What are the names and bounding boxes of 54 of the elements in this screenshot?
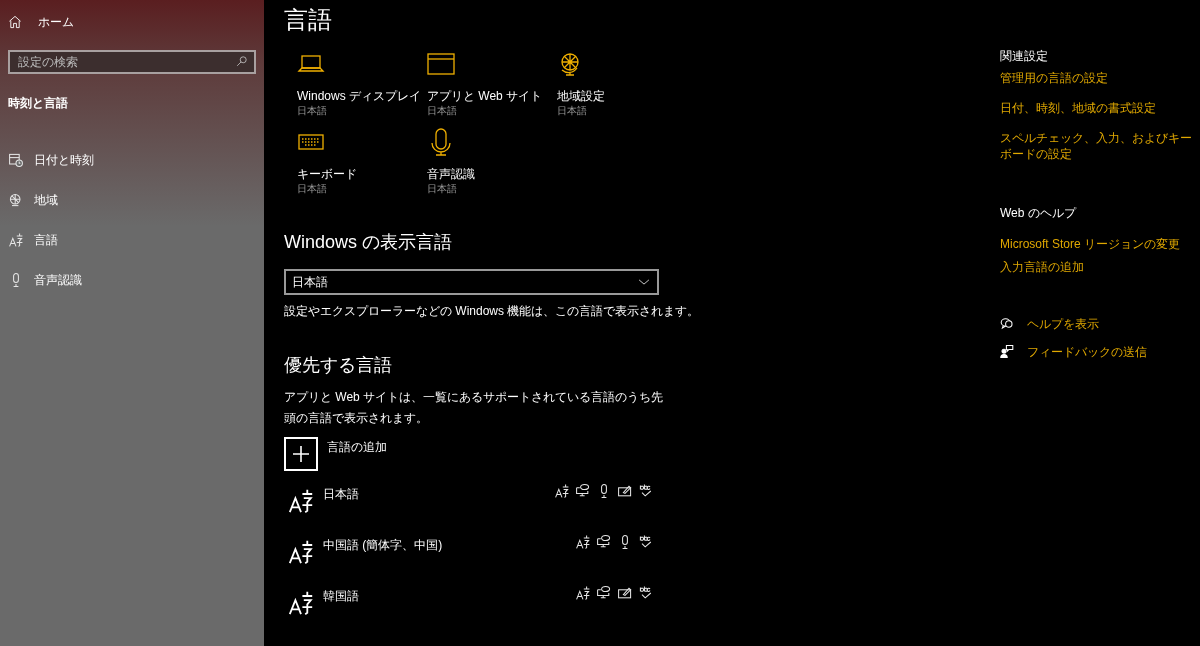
- speech-bubble-monitor-icon: [575, 483, 591, 499]
- settings-tile[interactable]: キーボード 日本語: [297, 128, 427, 196]
- language-pack-icon: [554, 483, 570, 499]
- speech-bubble-monitor-icon: [596, 585, 612, 601]
- calendar-clock-icon: [8, 152, 24, 168]
- spell-check-icon: [638, 483, 654, 499]
- section-heading: 時刻と言語: [7, 95, 69, 112]
- section-heading: 関連設定: [1000, 48, 1049, 65]
- sidebar-item[interactable]: 地域: [0, 180, 264, 220]
- section-heading: Web のヘルプ: [1000, 205, 1078, 222]
- globe-icon: [8, 192, 24, 208]
- home-nav-item[interactable]: ホーム: [0, 0, 264, 44]
- action-link[interactable]: ヘルプを表示: [1000, 315, 1194, 333]
- feedback-icon: [1000, 344, 1016, 360]
- home-icon: [8, 15, 22, 29]
- sidebar-item[interactable]: 日付と時刻: [0, 140, 264, 180]
- help-chat-icon: [1000, 316, 1016, 332]
- description-text: 設定やエクスプローラーなどの Windows 機能は、この言語で表示されます。: [284, 303, 701, 319]
- add-language-button[interactable]: 言語の追加: [284, 437, 387, 471]
- language-row[interactable]: 韓国語: [284, 585, 654, 636]
- section-heading: Windows の表示言語: [284, 231, 454, 254]
- spell-check-icon: [638, 585, 654, 601]
- window-icon: [427, 50, 455, 78]
- language-pack-icon: [575, 534, 591, 550]
- search-icon: [236, 55, 248, 67]
- settings-link[interactable]: 管理用の言語の設定: [1000, 70, 1194, 86]
- language-icon: [287, 538, 315, 566]
- spell-check-icon: [638, 534, 654, 550]
- help-link[interactable]: 入力言語の追加: [1000, 259, 1194, 275]
- pen-icon: [617, 483, 633, 499]
- language-row[interactable]: 日本語: [284, 483, 654, 534]
- language-icon: [287, 487, 315, 515]
- settings-tile[interactable]: 地域設定 日本語: [557, 50, 687, 118]
- search-field[interactable]: 設定の検索: [8, 50, 256, 74]
- section-heading: 優先する言語: [284, 354, 393, 377]
- pen-icon: [617, 585, 633, 601]
- sidebar-item[interactable]: 音声認識: [0, 260, 264, 300]
- plus-icon: [284, 437, 318, 471]
- settings-tile[interactable]: 音声認識 日本語: [427, 128, 557, 196]
- language-icon: [8, 232, 24, 248]
- language-pack-icon: [575, 585, 591, 601]
- language-icon: [287, 589, 315, 617]
- language-row[interactable]: 中国語 (簡体字、中国): [284, 534, 654, 585]
- action-link[interactable]: フィードバックの送信: [1000, 343, 1194, 361]
- speech-bubble-monitor-icon: [596, 534, 612, 550]
- language-dropdown[interactable]: 日本語: [284, 269, 659, 295]
- settings-tile[interactable]: Windows ディスプレイ 日本語: [297, 50, 427, 118]
- settings-tile[interactable]: アプリと Web サイト 日本語: [427, 50, 557, 118]
- page-title: 言語: [284, 5, 333, 35]
- help-link[interactable]: Microsoft Store リージョンの変更: [1000, 236, 1194, 252]
- settings-link[interactable]: 日付、時刻、地域の書式設定: [1000, 100, 1194, 116]
- sidebar-item[interactable]: 言語: [0, 220, 264, 260]
- settings-link[interactable]: スペルチェック、入力、およびキーボードの設定: [1000, 130, 1194, 162]
- description-text: アプリと Web サイトは、一覧にあるサポートされている言語のうち先頭の言語で表示されます。: [284, 389, 665, 427]
